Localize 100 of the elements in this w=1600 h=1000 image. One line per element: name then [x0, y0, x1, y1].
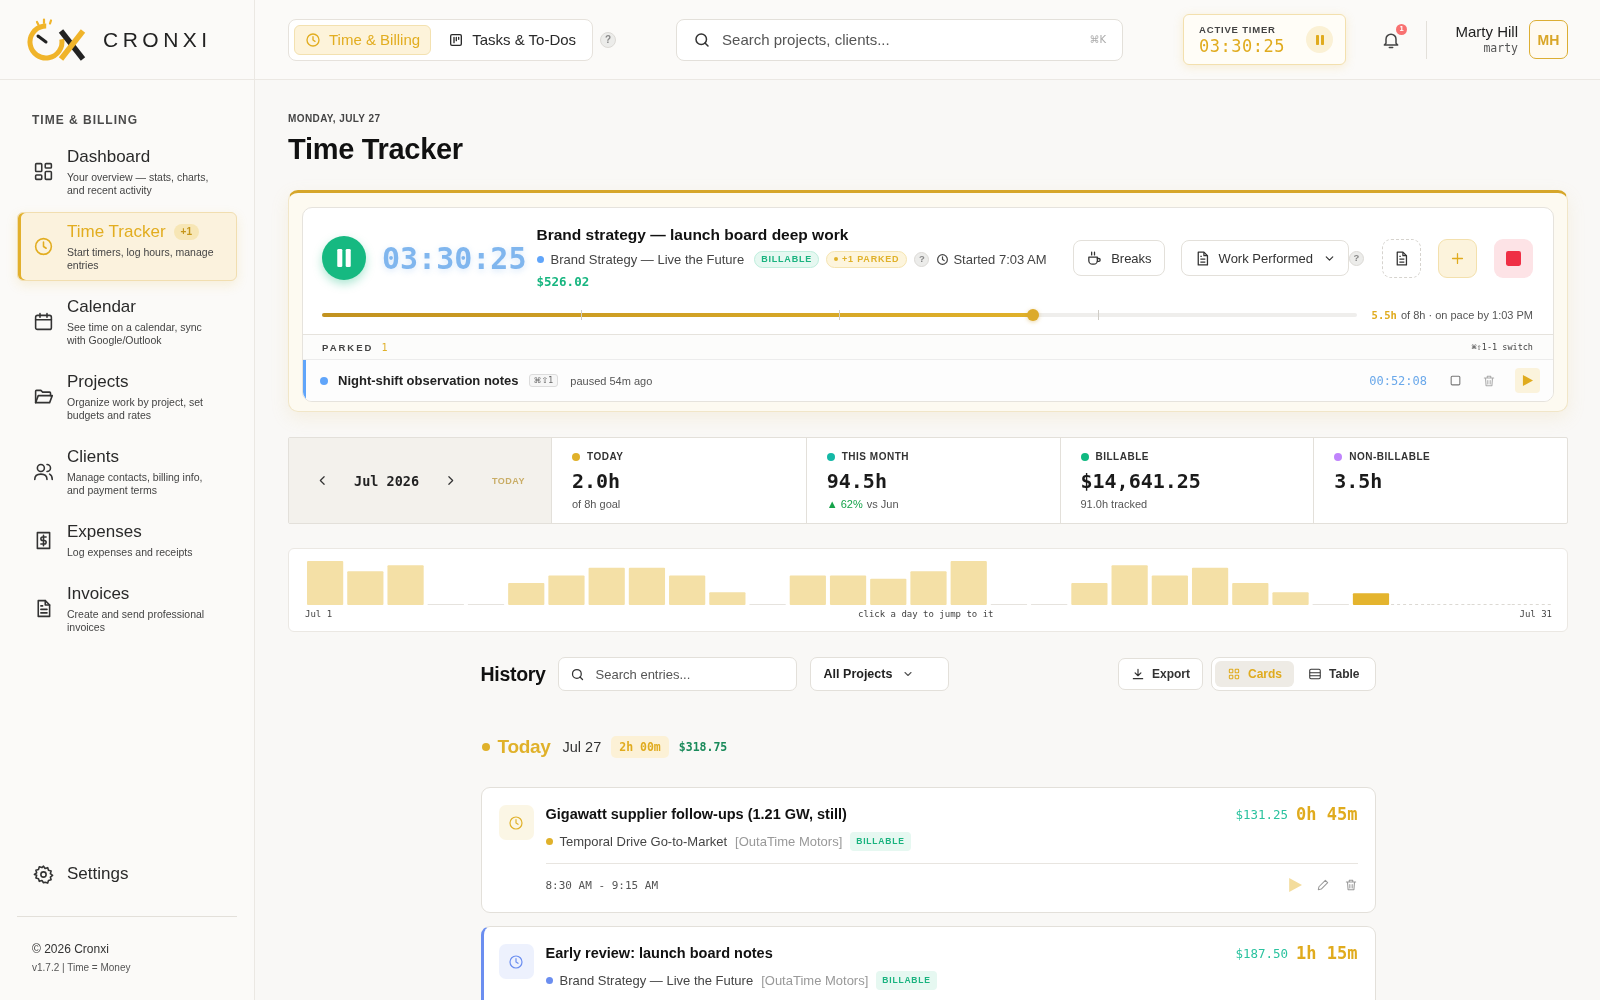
settings-icon [33, 863, 54, 885]
stat-value: 3.5h [1334, 469, 1384, 493]
nav-item[interactable]: Calendar See time on a calendar, sync with Google/Outlook [17, 287, 237, 356]
nav-description: Organize work by project, set budgets and rates [67, 396, 204, 422]
stat-label: THIS MONTH [841, 450, 909, 464]
client-name: [OutaTime Motors] [761, 972, 869, 988]
day-amount: $318.75 [678, 740, 728, 754]
pause-button[interactable] [322, 236, 366, 280]
stat-subtext: 91.0h tracked [1080, 497, 1148, 511]
entry-status: paused 54m ago [570, 374, 653, 387]
clock-icon [33, 236, 54, 257]
stat-value: 94.5h [826, 469, 888, 493]
project-name: Temporal Drive Go-to-Market [559, 833, 728, 849]
clock-icon [305, 31, 321, 48]
shortcut-hint: ⌘⇧1-1 switch [1471, 342, 1533, 352]
trash-icon[interactable] [1343, 878, 1358, 892]
search-field[interactable]: Search entries... [557, 657, 797, 691]
timer-label: ACTIVE TIMER [1199, 23, 1277, 36]
nav-description: Start timers, log hours, manage entries [67, 246, 214, 272]
logo-icon [24, 16, 86, 63]
document-button[interactable] [1382, 238, 1421, 278]
parked-entry[interactable]: Night-shift observation notes ⌘⇧1 paused 54m ago 00:52:08 [303, 360, 1553, 401]
module-tab[interactable]: Tasks & To-Dos [437, 24, 588, 55]
nav-description: See time on a calendar, sync with Google/Outlook [67, 321, 203, 347]
timer-display: 03:30:25 [1199, 35, 1285, 56]
nav-item[interactable]: Clients Manage contacts, billing info, and payment terms [17, 437, 237, 506]
billable-tag: BILLABLE [876, 970, 937, 990]
progress-note: of 8h · on pace by 1:03 PM [1400, 309, 1533, 321]
export-button[interactable]: Export [1118, 658, 1204, 690]
timer-display: 03:30:25 [382, 240, 527, 276]
progress-hours: 5.5h [1371, 309, 1397, 321]
stat-subtext: vs Jun [866, 497, 899, 511]
user-name: Marty Hill [1455, 23, 1518, 41]
day-duration: 2h 00m [611, 736, 669, 758]
copyright-text: © 2026 Cronxi [32, 942, 110, 957]
stop-button[interactable] [1494, 238, 1533, 278]
entry-amount: $131.25 [1235, 806, 1289, 822]
work-performed-dropdown[interactable]: Work Performed [1180, 240, 1349, 276]
grid-icon [33, 161, 54, 182]
nav-item[interactable]: Projects Organize work by project, set budgets and rates [17, 362, 237, 431]
brand-name: CRONXI [103, 27, 212, 52]
stat-value: 2.0h [572, 469, 622, 493]
stat-label: BILLABLE [1095, 450, 1149, 464]
start-time: Started 7:03 AM [953, 251, 1047, 267]
shortcut-key: ⌘⇧1 [528, 374, 559, 387]
entry-title: Gigawatt supplier follow-ups (1.21 GW, still) [545, 806, 847, 822]
pencil-icon[interactable] [1315, 878, 1330, 892]
progress-tick [580, 310, 582, 320]
table-icon [1308, 667, 1323, 681]
stat-label: NON-BILLABLE [1349, 450, 1431, 464]
day-date: Jul 27 [562, 739, 602, 755]
section-label: TIME & BILLING [32, 113, 139, 127]
view-tab[interactable]: Table [1296, 661, 1372, 687]
entry-duration: 00:52:08 [1369, 373, 1427, 388]
dot-icon [834, 257, 839, 261]
progress-tick [1097, 310, 1099, 320]
clock-icon [498, 944, 534, 979]
trash-icon[interactable] [1482, 373, 1496, 388]
nav-item[interactable]: Time Tracker +1 Start timers, log hours, manage entries [17, 212, 237, 281]
billable-tag: BILLABLE [754, 250, 820, 268]
nav-description: Log expenses and receipts [67, 546, 194, 559]
count-badge: +1 [173, 224, 199, 240]
entry-card[interactable]: Gigawatt supplier follow-ups (1.21 GW, still) $131.25 0h 45m Temporal Drive Go-to-Market [OutaTime Motors] BILLABLE 8:30 AM - 9:15 AM [480, 787, 1376, 913]
entry-card[interactable]: Early review: launch board notes $187.50 1h 15m Brand Strategy — Live the Future [OutaTime Motors] BILLABLE [480, 926, 1376, 1000]
download-icon [1131, 667, 1145, 681]
stop-icon [1506, 250, 1521, 266]
stat-trend: ▲ 62% [826, 497, 863, 511]
grid-icon [1227, 667, 1242, 681]
month-label: Jul 2026 [354, 472, 420, 489]
project-filter-dropdown[interactable]: All Projects [809, 657, 949, 691]
project-name: Brand Strategy — Live the Future [550, 251, 745, 267]
pause-button[interactable] [1306, 26, 1334, 53]
day-label: Today [497, 736, 551, 758]
shortcut-hint: ⌘K [1089, 33, 1107, 46]
axis-label: Jul 1 [305, 609, 333, 619]
settings-item[interactable]: Settings [17, 854, 237, 894]
play-icon [1522, 375, 1533, 386]
entry-title: Brand strategy — launch board deep work [536, 225, 850, 245]
breaks-button[interactable]: Breaks [1073, 240, 1165, 276]
nav-item[interactable]: Invoices Create and send professional invoices [17, 574, 237, 643]
entry-amount: $187.50 [1235, 945, 1289, 961]
nav-item[interactable]: Dashboard Your overview — stats, charts, and recent activity [17, 137, 237, 206]
project-name: Brand Strategy — Live the Future [559, 972, 754, 988]
entry-duration: 1h 15m [1296, 943, 1358, 963]
chart-hint: click a day to jump to it [858, 609, 994, 619]
section-title: History [480, 662, 546, 686]
entry-title: Early review: launch board notes [545, 945, 773, 961]
stat-value: $14,641.25 [1080, 469, 1202, 493]
nav-item[interactable]: Expenses Log expenses and receipts [17, 512, 237, 568]
clock-icon [498, 805, 534, 840]
nav-description: Create and send professional invoices [67, 608, 206, 634]
nav-description: Manage contacts, billing info, and payment terms [67, 471, 204, 497]
resume-button[interactable] [1515, 368, 1540, 393]
parked-count: 1 [381, 341, 388, 353]
search-icon [693, 30, 712, 49]
time-range: 8:30 AM - 9:15 AM [545, 878, 659, 892]
client-name: [OutaTime Motors] [735, 833, 843, 849]
square-icon[interactable] [1449, 374, 1462, 387]
user-handle: marty [1482, 41, 1518, 56]
coffee-cup-icon [1086, 249, 1104, 267]
